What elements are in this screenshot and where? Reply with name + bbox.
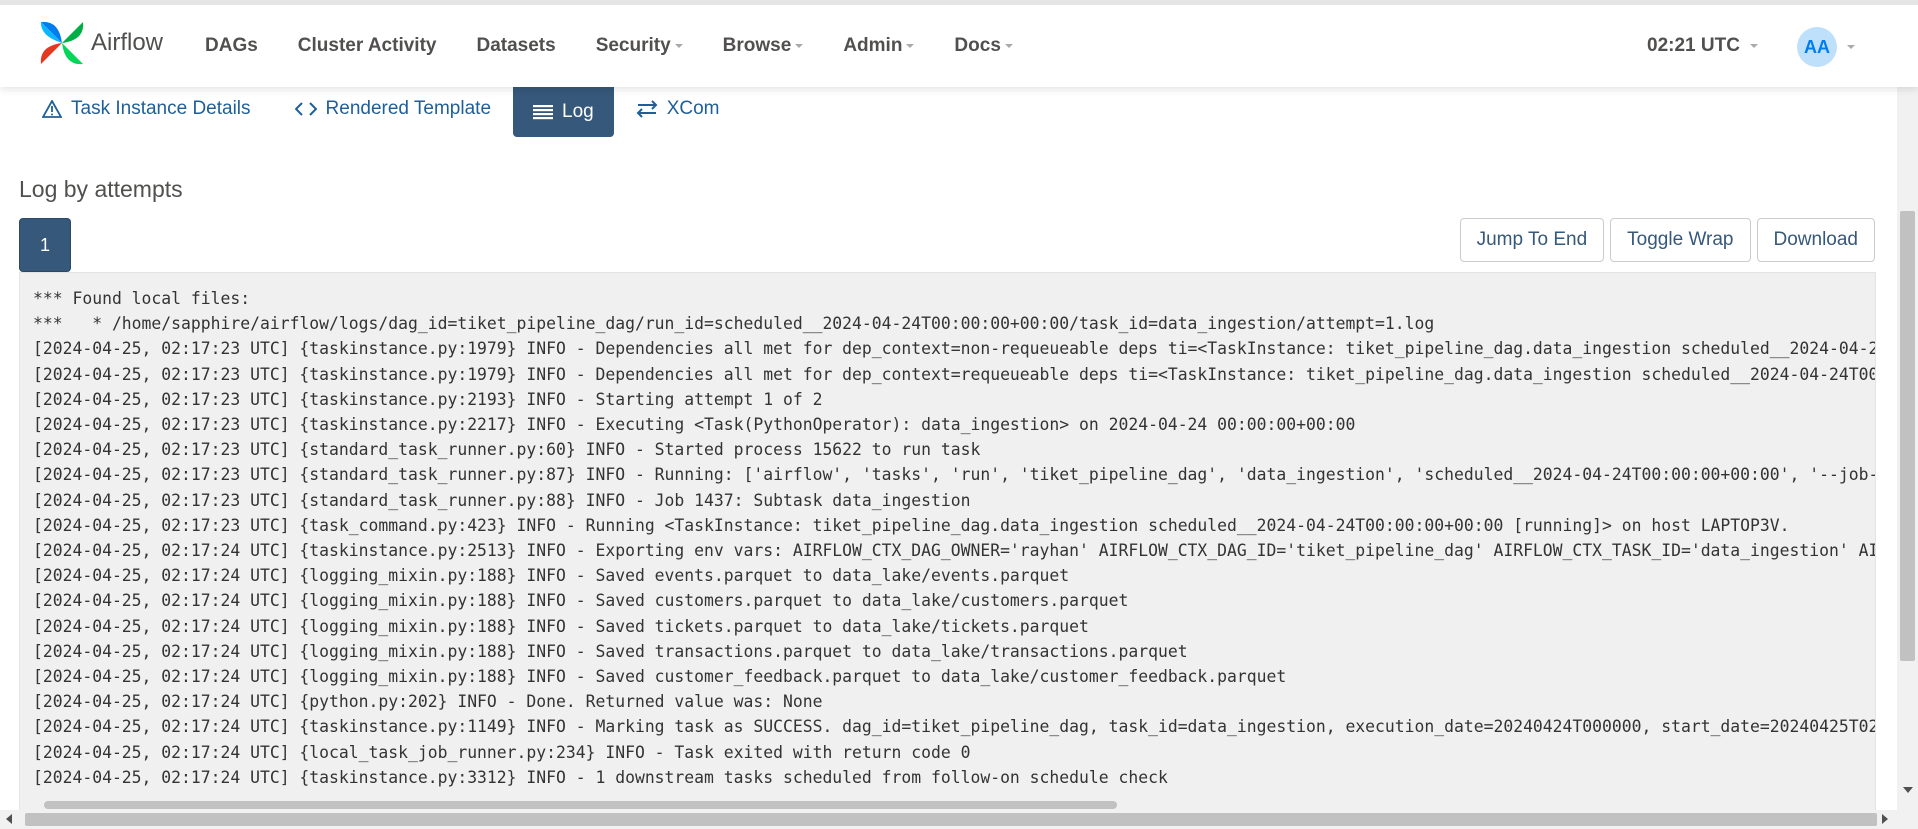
list-icon — [533, 105, 554, 120]
task-instance-tabs: Task Instance Details Rendered Template … — [20, 87, 742, 137]
nav-label: Browse — [722, 35, 792, 56]
nav-item-datasets[interactable]: Datasets — [476, 35, 555, 57]
log-line: [2024-04-25, 02:17:24 UTC] {logging_mixi… — [33, 667, 1287, 687]
attempt-1-button[interactable]: 1 — [19, 218, 71, 272]
nav-label: Docs — [954, 35, 1001, 56]
log-line: *** Found local files: — [33, 289, 251, 308]
nav-label: DAGs — [205, 35, 258, 56]
vertical-scroll-thumb[interactable] — [1900, 211, 1915, 661]
caret-down-icon — [1004, 44, 1013, 48]
brand-name: Airflow — [91, 29, 164, 56]
horizontal-scroll-thumb[interactable] — [25, 813, 1877, 826]
log-heading: Log by attempts — [19, 176, 183, 202]
log-line: [2024-04-25, 02:17:23 UTC] {standard_tas… — [33, 465, 1876, 485]
tab-label: Task Instance Details — [71, 98, 251, 119]
top-navbar: Airflow DAGs Cluster Activity Datasets S… — [0, 0, 1918, 87]
log-line: [2024-04-25, 02:17:24 UTC] {logging_mixi… — [33, 641, 1188, 661]
tab-log[interactable]: Log — [513, 87, 614, 137]
brand[interactable]: Airflow — [37, 18, 163, 68]
log-line: [2024-04-25, 02:17:24 UTC] {logging_mixi… — [33, 566, 1070, 586]
tab-label: Log — [562, 101, 594, 122]
user-menu[interactable]: AA — [1797, 27, 1855, 67]
caret-down-icon — [795, 44, 804, 48]
main-nav: DAGs Cluster Activity Datasets Security … — [205, 5, 1053, 87]
log-line: [2024-04-25, 02:17:23 UTC] {task_command… — [33, 515, 1790, 535]
log-line: [2024-04-25, 02:17:24 UTC] {logging_mixi… — [33, 616, 1089, 636]
toggle-wrap-button[interactable]: Toggle Wrap — [1610, 218, 1751, 262]
tab-rendered-template[interactable]: Rendered Template — [273, 88, 513, 130]
nav-item-docs[interactable]: Docs — [954, 35, 1013, 57]
clock-time: 02:21 UTC — [1647, 35, 1740, 56]
log-line: [2024-04-25, 02:17:24 UTC] {taskinstance… — [33, 541, 1876, 561]
log-line: *** * /home/sapphire/airflow/logs/dag_id… — [33, 314, 1435, 334]
nav-item-cluster-activity[interactable]: Cluster Activity — [298, 35, 437, 57]
exchange-icon — [636, 100, 658, 118]
tab-xcom[interactable]: XCom — [614, 88, 742, 130]
scroll-left-arrow-icon[interactable] — [6, 814, 12, 824]
log-line: [2024-04-25, 02:17:23 UTC] {standard_tas… — [33, 490, 971, 510]
page-vertical-scrollbar[interactable] — [1897, 0, 1918, 810]
page-horizontal-scrollbar[interactable] — [0, 810, 1918, 829]
log-line: [2024-04-25, 02:17:23 UTC] {standard_tas… — [33, 440, 981, 460]
jump-to-end-button[interactable]: Jump To End — [1459, 218, 1605, 262]
nav-label: Cluster Activity — [297, 35, 437, 56]
nav-label: Datasets — [476, 35, 556, 56]
warning-triangle-icon — [42, 100, 62, 118]
log-line: [2024-04-25, 02:17:23 UTC] {taskinstance… — [33, 339, 1876, 359]
code-icon — [294, 102, 317, 116]
caret-down-icon — [1847, 45, 1855, 49]
caret-down-icon — [906, 44, 915, 48]
nav-label: Admin — [843, 35, 903, 56]
download-button[interactable]: Download — [1756, 218, 1875, 262]
log-line: [2024-04-25, 02:17:23 UTC] {taskinstance… — [33, 415, 1356, 435]
log-scroll-thumb[interactable] — [44, 801, 1117, 809]
nav-item-security[interactable]: Security — [596, 35, 683, 57]
log-viewer[interactable]: *** Found local files: *** * /home/sapph… — [19, 272, 1876, 812]
log-line: [2024-04-25, 02:17:23 UTC] {taskinstance… — [33, 364, 1876, 384]
utc-clock-dropdown[interactable]: 02:21 UTC — [1647, 5, 1758, 87]
scroll-right-arrow-icon[interactable] — [1882, 814, 1888, 824]
nav-label: Security — [595, 35, 671, 56]
airflow-logo-icon — [40, 21, 84, 65]
nav-item-browse[interactable]: Browse — [723, 35, 804, 57]
log-actions: Jump To End Toggle Wrap Download — [1454, 218, 1875, 262]
tab-label: XCom — [666, 98, 720, 119]
log-line: [2024-04-25, 02:17:24 UTC] {python.py:20… — [33, 692, 823, 712]
log-line: [2024-04-25, 02:17:24 UTC] {local_task_j… — [33, 742, 971, 762]
scroll-down-arrow-icon[interactable] — [1903, 787, 1913, 793]
avatar: AA — [1797, 27, 1837, 67]
nav-item-dags[interactable]: DAGs — [205, 35, 258, 57]
log-line: [2024-04-25, 02:17:24 UTC] {logging_mixi… — [33, 591, 1129, 611]
log-line: [2024-04-25, 02:17:23 UTC] {taskinstance… — [33, 389, 823, 409]
caret-down-icon — [1749, 44, 1758, 48]
caret-down-icon — [674, 44, 683, 48]
log-content: *** Found local files: *** * /home/sapph… — [33, 286, 1876, 790]
tab-task-instance-details[interactable]: Task Instance Details — [20, 88, 273, 130]
log-line: [2024-04-25, 02:17:24 UTC] {taskinstance… — [33, 717, 1876, 737]
nav-item-admin[interactable]: Admin — [843, 35, 915, 57]
log-line: [2024-04-25, 02:17:24 UTC] {taskinstance… — [33, 767, 1168, 787]
tab-label: Rendered Template — [325, 98, 492, 119]
